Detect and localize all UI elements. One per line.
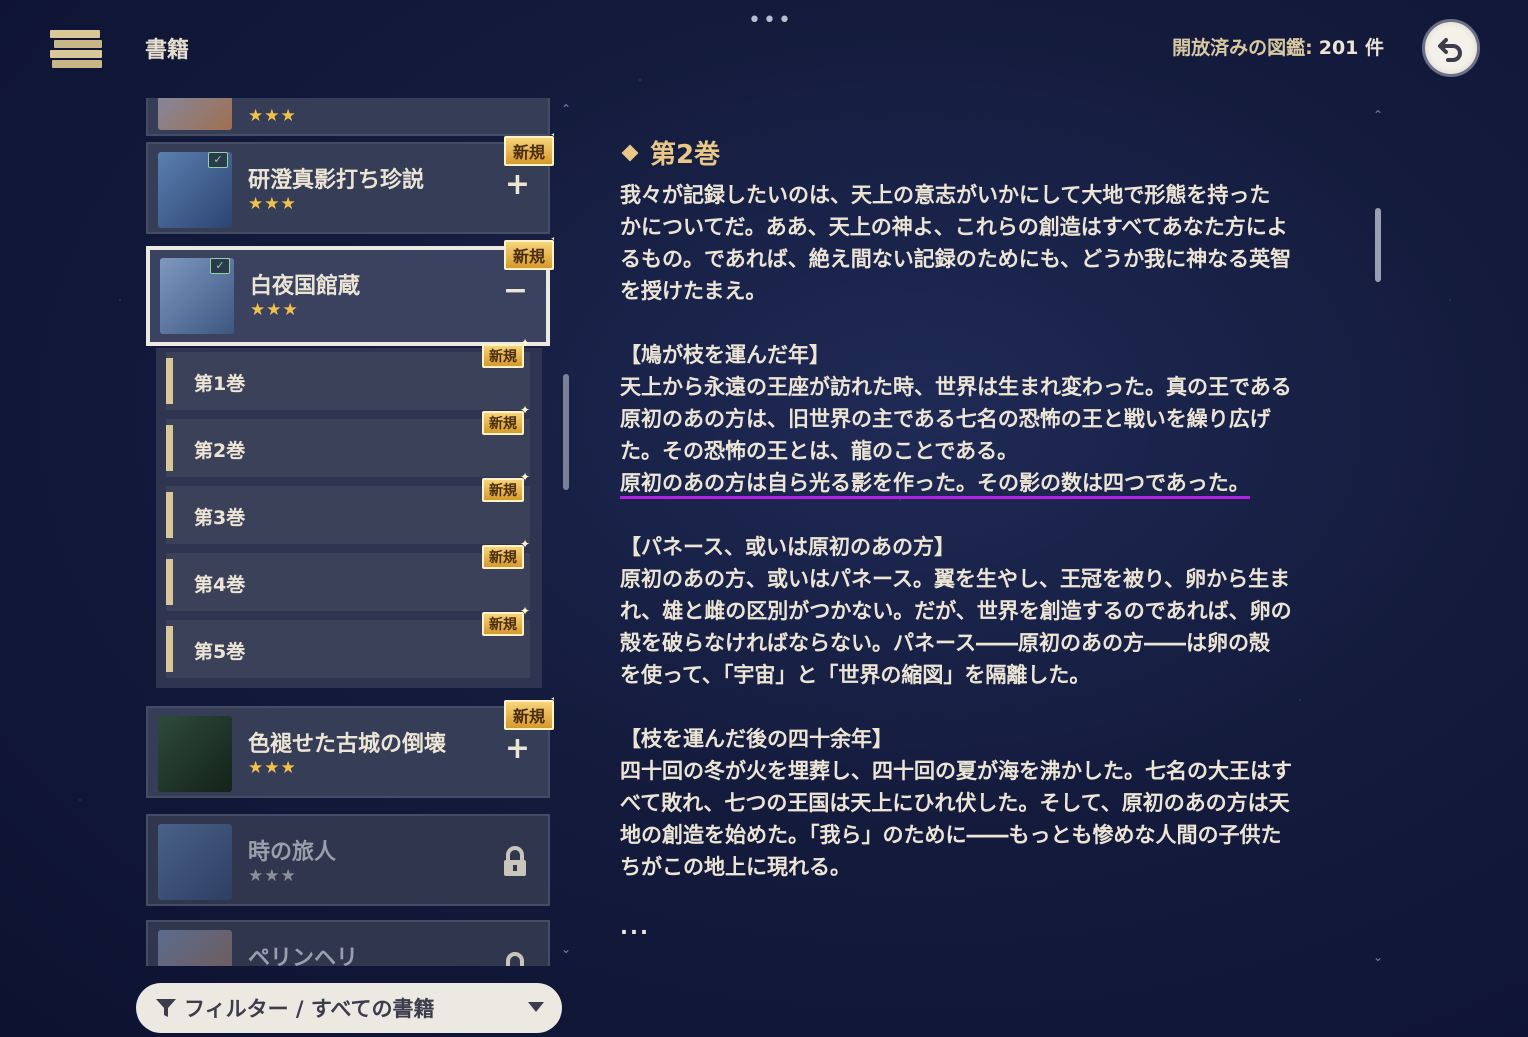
intro-paragraph: 我々が記録したいのは、天上の意志がいかにして大地で形態を持った かについてだ。あ… bbox=[620, 183, 1292, 303]
chapter-marker bbox=[166, 358, 173, 404]
book-item-byakuya[interactable]: ✓ 白夜国館蔵 ★★★ − 新規 bbox=[146, 232, 554, 346]
chevron-down-icon: ⌄ bbox=[1373, 950, 1384, 964]
new-badge: 新規 bbox=[503, 128, 554, 166]
section-3-title: 【枝を運んだ後の四十余年】 bbox=[620, 727, 893, 751]
rarity-stars: ★★★ bbox=[248, 194, 297, 214]
expand-icon[interactable]: + bbox=[505, 734, 530, 764]
book-item-kenchou[interactable]: ✓ 研澄真影打ち珍説 ★★★ + 新規 bbox=[146, 128, 554, 234]
book-item-perinheri[interactable]: ペリンヘリ bbox=[146, 920, 550, 966]
chapter-item-5[interactable]: 第5巻 新規 bbox=[166, 604, 530, 678]
new-badge: 新規 bbox=[503, 692, 554, 730]
chapter-list: 第1巻 新規 第2巻 新規 第3巻 新規 第4巻 新規 第5巻 新規 bbox=[156, 336, 542, 688]
list-scroll-thumb[interactable] bbox=[563, 374, 569, 490]
new-badge: 新規 bbox=[482, 537, 530, 569]
chapter-heading: 第2巻 bbox=[620, 134, 1380, 171]
check-icon: ✓ bbox=[210, 258, 230, 274]
section-2-body: 原初のあの方、或いはパネース。翼を生やし、王冠を被り、卵から生ま れ、雄と雌の区… bbox=[620, 567, 1292, 687]
book-title: ペリンヘリ bbox=[248, 946, 359, 966]
book-cover-image bbox=[158, 716, 232, 792]
open-count: 開放済みの図鑑: 201 件 bbox=[1172, 33, 1384, 60]
rarity-stars: ★★★ bbox=[248, 758, 297, 778]
diamond-icon bbox=[621, 144, 639, 161]
book-item-partial[interactable]: ★★★ bbox=[146, 98, 550, 136]
chapter-label: 第1巻 bbox=[194, 373, 246, 395]
dropdown-arrow-icon bbox=[528, 1002, 544, 1012]
continuation-ellipsis: ... bbox=[620, 915, 650, 939]
book-title: 色褪せた古城の倒壊 bbox=[248, 732, 447, 757]
new-badge: 新規 bbox=[482, 336, 530, 368]
expand-icon[interactable]: + bbox=[505, 170, 530, 200]
chapter-item-1[interactable]: 第1巻 新規 bbox=[166, 336, 530, 410]
chapter-label: 第3巻 bbox=[194, 507, 246, 529]
rarity-stars: ★★★ bbox=[248, 106, 297, 126]
chevron-down-icon: ⌄ bbox=[561, 942, 572, 956]
filter-dropdown[interactable]: フィルター / すべての書籍 bbox=[136, 983, 562, 1033]
section-2: 【パネース、或いは原初のあの方】 原初のあの方、或いはパネース。翼を生やし、王冠… bbox=[620, 531, 1380, 691]
open-count-label: 開放済みの図鑑: bbox=[1172, 37, 1313, 59]
chevron-up-icon: ⌃ bbox=[1373, 108, 1384, 122]
filter-label: フィルター / すべての書籍 bbox=[184, 997, 435, 1021]
section-1-title: 【鳩が枝を運んだ年】 bbox=[620, 343, 830, 367]
chapter-marker bbox=[166, 492, 173, 538]
chapter-item-3[interactable]: 第3巻 新規 bbox=[166, 470, 530, 544]
book-title: 時の旅人 bbox=[248, 840, 337, 865]
book-cover-image bbox=[158, 824, 232, 900]
book-cover-image bbox=[158, 98, 232, 130]
page-title: 書籍 bbox=[145, 38, 190, 63]
book-title: 白夜国館蔵 bbox=[250, 274, 361, 299]
check-icon: ✓ bbox=[208, 152, 228, 168]
rarity-stars: ★★★ bbox=[250, 300, 299, 320]
chapter-item-4[interactable]: 第4巻 新規 bbox=[166, 537, 530, 611]
new-badge: 新規 bbox=[482, 604, 530, 636]
book-cover-image bbox=[158, 930, 232, 966]
chapter-marker bbox=[166, 425, 173, 471]
new-badge: 新規 bbox=[482, 470, 530, 502]
lock-icon bbox=[502, 846, 528, 882]
chapter-label: 第2巻 bbox=[194, 440, 246, 462]
book-item-faded-castle[interactable]: 色褪せた古城の倒壊 ★★★ + 新規 bbox=[146, 692, 554, 798]
new-badge: 新規 bbox=[503, 232, 554, 270]
section-3-body: 四十回の冬が火を埋葬し、四十回の夏が海を沸かした。七名の大王はす べて敗れ、七つ… bbox=[620, 759, 1292, 879]
open-count-value: 201 件 bbox=[1318, 37, 1384, 59]
section-2-title: 【パネース、或いは原初のあの方】 bbox=[620, 535, 955, 559]
books-icon bbox=[48, 26, 106, 70]
collapse-icon[interactable]: − bbox=[503, 276, 528, 306]
more-options-icon[interactable]: ••• bbox=[748, 8, 793, 33]
section-1-highlight: 原初のあの方は自ら光る影を作った。その影の数は四つであった。 bbox=[620, 471, 1250, 499]
new-badge: 新規 bbox=[482, 403, 530, 435]
lock-icon bbox=[502, 952, 528, 966]
chapter-label: 第4巻 bbox=[194, 574, 246, 596]
book-title: 研澄真影打ち珍説 bbox=[248, 168, 425, 193]
section-3: 【枝を運んだ後の四十余年】 四十回の冬が火を埋葬し、四十回の夏が海を沸かした。七… bbox=[620, 723, 1380, 883]
chapter-marker bbox=[166, 626, 173, 672]
chapter-item-2[interactable]: 第2巻 新規 bbox=[166, 403, 530, 477]
filter-icon bbox=[156, 999, 176, 1017]
list-scrollbar[interactable]: ⌃ ⌄ bbox=[561, 102, 572, 962]
back-button[interactable] bbox=[1422, 19, 1480, 77]
back-arrow-icon bbox=[1438, 38, 1462, 62]
chapter-label: 第5巻 bbox=[194, 641, 246, 663]
content-scrollbar[interactable]: ⌃ ⌄ bbox=[1373, 108, 1383, 968]
section-1: 【鳩が枝を運んだ年】 天上から永遠の王座が訪れた時、世界は生まれ変わった。真の王… bbox=[620, 339, 1380, 499]
chevron-up-icon: ⌃ bbox=[561, 102, 572, 116]
book-item-time-traveler[interactable]: 時の旅人 ★★★ bbox=[146, 814, 550, 906]
rarity-stars: ★★★ bbox=[248, 866, 297, 886]
chapter-heading-text: 第2巻 bbox=[650, 140, 721, 170]
book-list[interactable]: ★★★ ✓ 研澄真影打ち珍説 ★★★ + 新規 ✓ 白夜国館蔵 ★★★ − 新規… bbox=[144, 98, 554, 966]
book-content: 第2巻 我々が記録したいのは、天上の意志がいかにして大地で形態を持った かについ… bbox=[620, 134, 1380, 954]
content-scroll-thumb[interactable] bbox=[1375, 208, 1381, 282]
chapter-marker bbox=[166, 559, 173, 605]
section-1-body: 天上から永遠の王座が訪れた時、世界は生まれ変わった。真の王である 原初のあの方は… bbox=[620, 375, 1292, 463]
